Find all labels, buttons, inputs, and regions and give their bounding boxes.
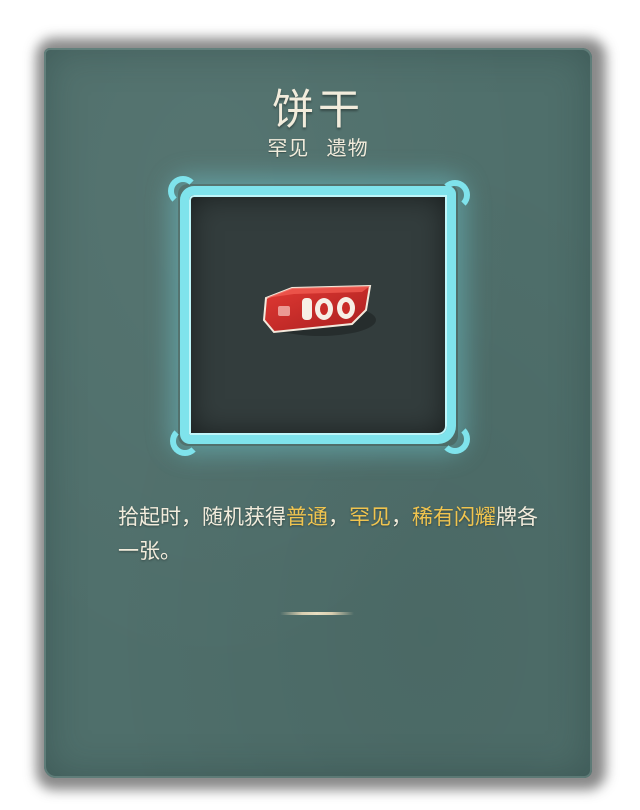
frame-ornament	[440, 180, 470, 210]
card-divider	[280, 612, 354, 615]
frame-ornament	[440, 424, 470, 454]
frame-ornament	[170, 426, 200, 456]
red-biscuit-icon	[262, 284, 376, 336]
description-text: 拾起时，随机获得	[118, 505, 286, 529]
relic-tooltip-stage: 饼干 罕见 遗物 拾起时，随机获得普通，罕见，稀有闪耀牌各一张。	[0, 0, 640, 810]
relic-subtitle: 罕见 遗物	[44, 132, 592, 161]
description-separator: ，	[391, 505, 412, 529]
description-separator: ，	[328, 505, 349, 529]
keyword-uncommon: 罕见	[349, 505, 391, 529]
relic-description: 拾起时，随机获得普通，罕见，稀有闪耀牌各一张。	[118, 500, 538, 568]
relic-category: 遗物	[326, 136, 369, 160]
relic-title: 饼干	[271, 85, 364, 134]
relic-rarity: 罕见	[267, 136, 310, 160]
frame-ornament	[168, 176, 198, 206]
relic-card: 饼干 罕见 遗物 拾起时，随机获得普通，罕见，稀有闪耀牌各一张。	[44, 48, 592, 778]
keyword-common: 普通	[286, 505, 328, 529]
keyword-rare-shiny: 稀有闪耀	[412, 505, 496, 529]
